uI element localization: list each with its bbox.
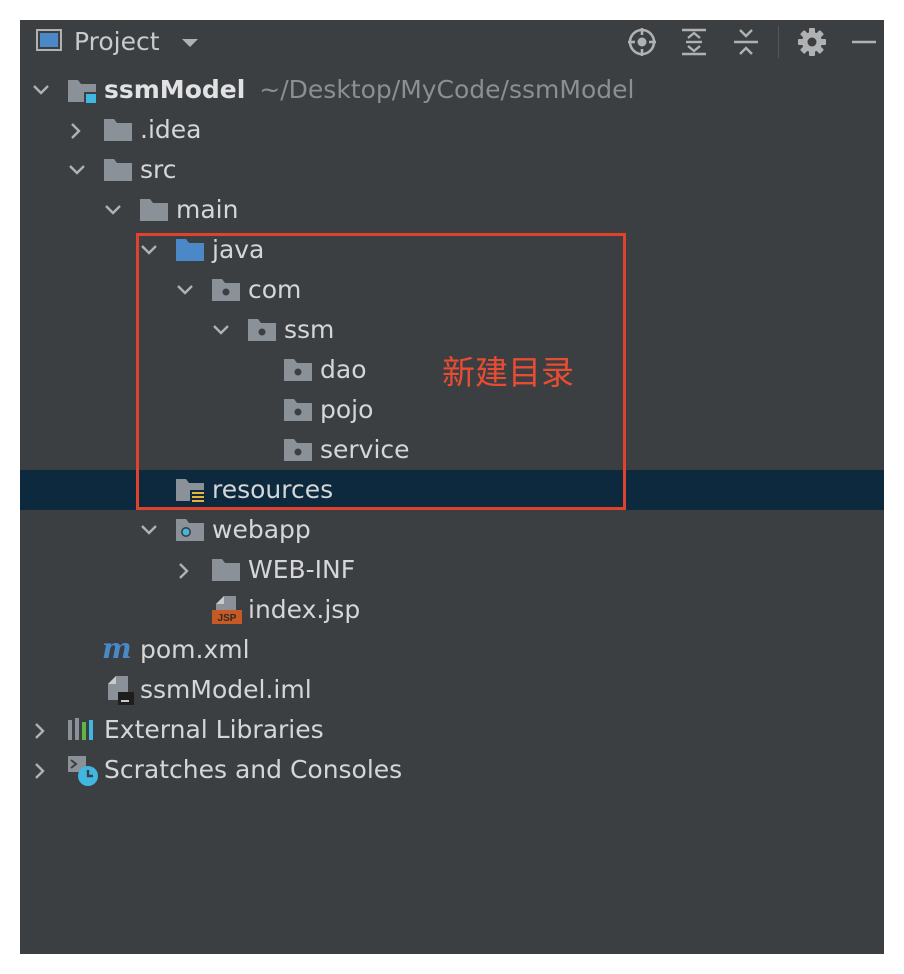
tree-item-label: ssmModel ~/Desktop/MyCode/ssmModel xyxy=(104,75,635,104)
jsp-file-icon: JSP xyxy=(212,596,242,624)
module-folder-icon xyxy=(68,80,98,105)
libraries-icon xyxy=(68,718,93,740)
chevron-right-icon[interactable] xyxy=(68,122,84,140)
tree-item-index-jsp[interactable]: JSP index.jsp xyxy=(20,590,884,630)
tree-item-scratches[interactable]: Scratches and Consoles xyxy=(20,750,884,790)
project-toolbar: Project xyxy=(20,20,884,64)
tree-item-label: ssmModel.iml xyxy=(140,675,312,704)
minimize-icon[interactable] xyxy=(848,26,880,58)
tree-item-ssmmodel[interactable]: ssmModel ~/Desktop/MyCode/ssmModel xyxy=(20,70,884,110)
collapse-all-icon[interactable] xyxy=(730,26,762,58)
tree-item-webapp[interactable]: webapp xyxy=(20,510,884,550)
tree-item-label: External Libraries xyxy=(104,715,324,744)
tree-item-idea[interactable]: .idea xyxy=(20,110,884,150)
tree-item-ssmmodel-iml[interactable]: ssmModel.iml xyxy=(20,670,884,710)
svg-text:m: m xyxy=(102,636,132,664)
tree-item-label: pom.xml xyxy=(140,635,250,664)
tree-item-external-libraries[interactable]: External Libraries xyxy=(20,710,884,750)
tree-item-label: src xyxy=(140,155,177,184)
chevron-down-icon[interactable] xyxy=(32,82,50,98)
folder-icon xyxy=(104,159,132,181)
chevron-right-icon[interactable] xyxy=(32,762,48,780)
tree-item-label: WEB-INF xyxy=(248,555,356,584)
tree-item-label: .idea xyxy=(140,115,202,144)
view-title[interactable]: Project xyxy=(74,27,160,57)
project-view-icon xyxy=(36,29,62,51)
tree-item-pom-xml[interactable]: m pom.xml xyxy=(20,630,884,670)
tree-item-label: index.jsp xyxy=(248,595,361,624)
chevron-right-icon[interactable] xyxy=(176,562,192,580)
project-tool-window: Project ssmModel ~/Desktop/MyCode/ssmMod… xyxy=(20,20,884,954)
svg-text:JSP: JSP xyxy=(218,613,237,624)
folder-icon xyxy=(140,199,168,221)
project-path: ~/Desktop/MyCode/ssmModel xyxy=(259,75,635,104)
folder-icon xyxy=(104,119,132,141)
gear-icon[interactable] xyxy=(796,26,828,58)
chevron-down-icon[interactable] xyxy=(104,202,122,218)
web-folder-icon xyxy=(176,519,204,541)
chevron-down-icon[interactable] xyxy=(68,162,86,178)
tree-item-label: webapp xyxy=(212,515,311,544)
chevron-down-icon[interactable] xyxy=(140,522,158,538)
locate-icon[interactable] xyxy=(626,26,658,58)
chevron-right-icon[interactable] xyxy=(32,722,48,740)
chevron-down-icon[interactable] xyxy=(180,37,200,49)
annotation-label: 新建目录 xyxy=(442,353,574,392)
tree-item-label: main xyxy=(176,195,239,224)
tree-item-main[interactable]: main xyxy=(20,190,884,230)
tree-item-label: Scratches and Consoles xyxy=(104,755,403,784)
tree-item-src[interactable]: src xyxy=(20,150,884,190)
tree-item-web-inf[interactable]: WEB-INF xyxy=(20,550,884,590)
scratches-icon xyxy=(68,756,98,786)
iml-file-icon xyxy=(108,676,134,705)
maven-icon: m xyxy=(102,636,132,664)
toolbar-separator xyxy=(778,26,779,58)
folder-icon xyxy=(212,559,240,581)
expand-all-icon[interactable] xyxy=(678,26,710,58)
